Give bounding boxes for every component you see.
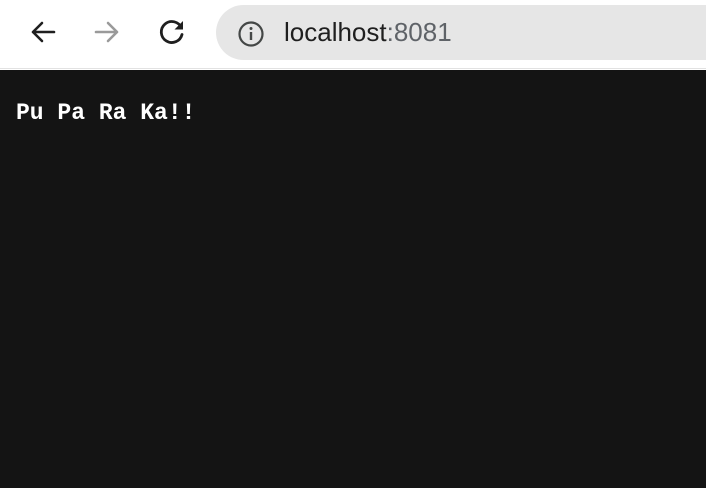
page-heading: Pu Pa Ra Ka!! [16, 100, 196, 126]
info-icon[interactable] [237, 20, 265, 48]
url-port: :8081 [386, 17, 452, 47]
reload-icon [159, 20, 184, 44]
reload-button[interactable] [152, 12, 192, 52]
arrow-left-icon [31, 21, 56, 43]
address-bar[interactable]: localhost:8081 [216, 5, 706, 60]
url-text[interactable]: localhost:8081 [284, 17, 452, 47]
forward-button[interactable] [87, 12, 127, 52]
url-host: localhost [284, 17, 387, 47]
back-button[interactable] [23, 12, 63, 52]
arrow-right-icon [94, 21, 119, 43]
page-content: Pu Pa Ra Ka!! [0, 70, 706, 488]
browser-toolbar: localhost:8081 [0, 0, 706, 69]
